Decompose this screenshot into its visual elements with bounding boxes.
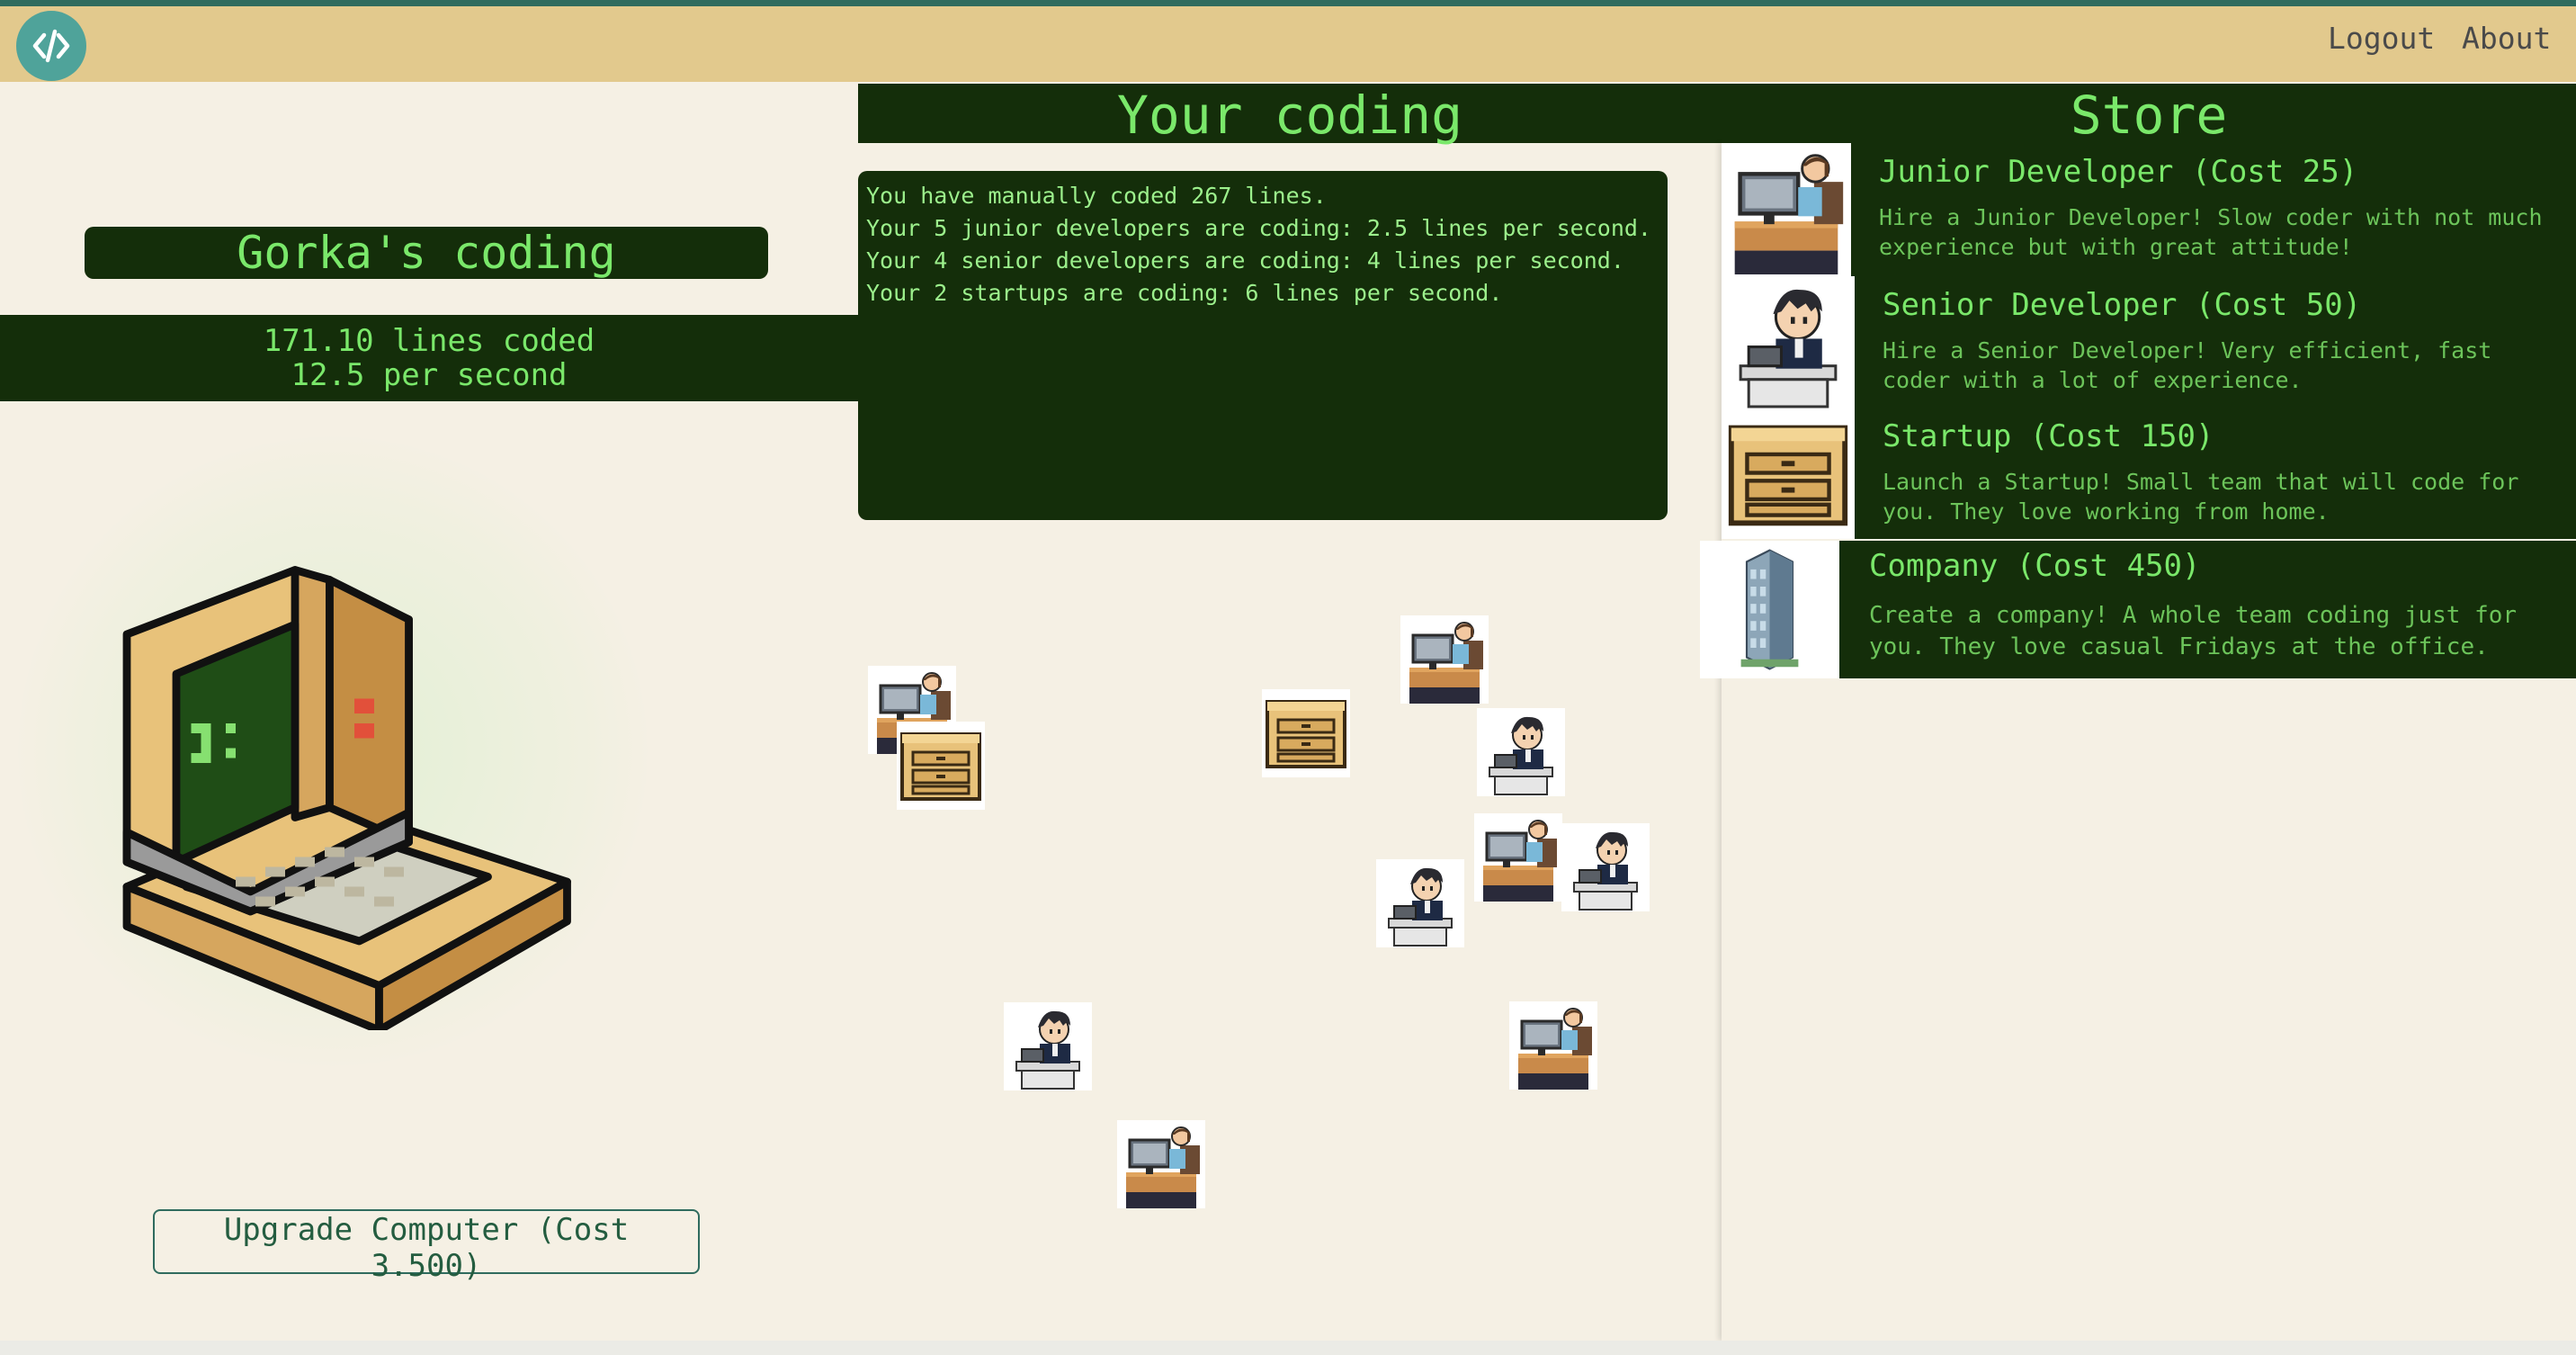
store-item-company[interactable]: Company (Cost 450) Create a company! A w… (1700, 541, 2576, 678)
player-title: Gorka's coding (85, 227, 768, 279)
senior-developer-icon (1004, 1002, 1092, 1090)
store-item-name: Startup (Cost 150) (1883, 418, 2214, 454)
upgrade-computer-button[interactable]: Upgrade Computer (Cost 3.500) (153, 1209, 700, 1284)
junior-developer-icon (1509, 1001, 1597, 1091)
senior-developer-icon (1722, 276, 1855, 409)
navbar: Logout About (0, 6, 2576, 82)
startup-icon (1262, 689, 1350, 777)
code-brackets-icon[interactable] (16, 11, 86, 81)
lines-coded-counter: 171.10 lines coded (263, 323, 595, 359)
log-line: Your 2 startups are coding: 6 lines per … (866, 280, 1503, 306)
junior-developer-icon (1722, 143, 1851, 276)
junior-developer-icon (1474, 813, 1562, 903)
top-accent-line (0, 0, 2576, 6)
store-item-desc: Hire a Senior Developer! Very efficient,… (1883, 337, 2492, 393)
log-line: Your 5 junior developers are coding: 2.5… (866, 215, 1651, 241)
senior-developer-icon (1477, 708, 1565, 796)
about-link[interactable]: About (2462, 21, 2551, 56)
store-item-desc: Launch a Startup! Small team that will c… (1883, 469, 2519, 525)
senior-developer-icon (1561, 823, 1650, 911)
log-line: Your 4 senior developers are coding: 4 l… (866, 247, 1624, 274)
store-item-desc: Hire a Junior Developer! Slow coder with… (1879, 204, 2543, 260)
coding-log: You have manually coded 267 lines. Your … (858, 171, 1668, 520)
store-title: Store (1722, 84, 2576, 146)
store-item-junior-developer[interactable]: Junior Developer (Cost 25) Hire a Junior… (1722, 143, 2576, 276)
senior-developer-icon (1376, 859, 1464, 947)
coding-title: Your coding (858, 84, 1722, 146)
store-item-name: Junior Developer (Cost 25) (1879, 154, 2358, 190)
junior-developer-icon (1117, 1120, 1205, 1210)
startup-icon (897, 722, 985, 810)
store-item-senior-developer[interactable]: Senior Developer (Cost 50) Hire a Senior… (1722, 276, 2576, 409)
stats-panel: 171.10 lines coded 12.5 per second (0, 315, 858, 401)
company-building-icon (1700, 541, 1839, 678)
log-line: You have manually coded 267 lines. (866, 183, 1327, 209)
store-item-name: Senior Developer (Cost 50) (1883, 287, 2362, 323)
page-footer (0, 1341, 2576, 1355)
store-item-desc: Create a company! A whole team coding ju… (1869, 602, 2518, 660)
retro-computer-icon[interactable] (117, 535, 612, 1030)
logout-link[interactable]: Logout (2328, 21, 2435, 56)
per-second-rate: 12.5 per second (291, 357, 568, 393)
store-item-name: Company (Cost 450) (1869, 548, 2201, 584)
startup-icon (1722, 409, 1855, 539)
junior-developer-icon (1400, 615, 1489, 705)
store-item-startup[interactable]: Startup (Cost 150) Launch a Startup! Sma… (1722, 409, 2576, 539)
